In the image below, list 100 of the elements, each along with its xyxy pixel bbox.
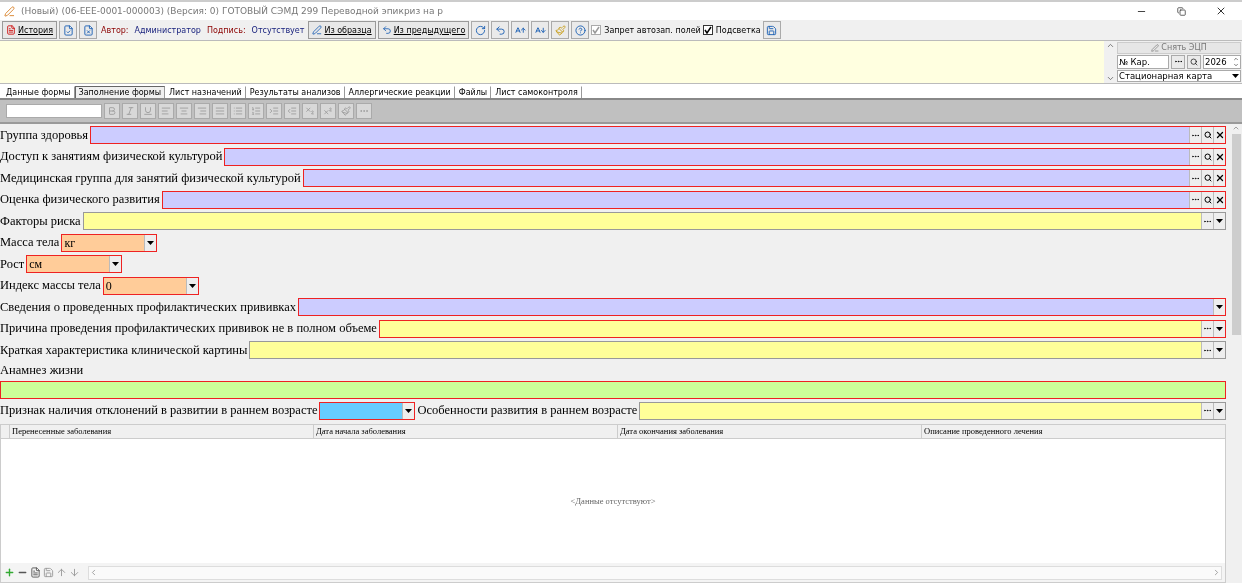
input-field[interactable] bbox=[90, 126, 1226, 145]
font-select[interactable] bbox=[6, 104, 102, 118]
save-icon[interactable] bbox=[43, 567, 54, 578]
font-larger-button[interactable] bbox=[511, 21, 530, 39]
clear-button[interactable] bbox=[1213, 127, 1225, 144]
clear-button[interactable] bbox=[1213, 148, 1225, 165]
caret-icon bbox=[147, 240, 155, 245]
search-icon bbox=[1203, 195, 1212, 204]
caret-icon bbox=[1216, 408, 1223, 413]
card-type-select[interactable]: Стационарная карта bbox=[1117, 69, 1241, 82]
search-button[interactable] bbox=[1201, 170, 1213, 187]
scrollbar[interactable] bbox=[1104, 41, 1116, 83]
close-icon bbox=[1214, 130, 1225, 141]
input-field[interactable] bbox=[302, 169, 1226, 188]
input-field[interactable]: см bbox=[26, 255, 123, 274]
document-icon[interactable] bbox=[30, 567, 41, 578]
broom-button[interactable] bbox=[551, 21, 570, 39]
input-field[interactable]: 0 bbox=[102, 276, 199, 295]
superscript-icon bbox=[323, 106, 333, 116]
author-label: Автор: bbox=[100, 25, 130, 35]
dropdown-button[interactable] bbox=[1213, 213, 1225, 230]
column-header[interactable]: Описание проведенного лечения bbox=[921, 425, 1225, 438]
sign-button[interactable] bbox=[59, 21, 78, 39]
dropdown-button[interactable] bbox=[1213, 402, 1225, 419]
field-label: Рост bbox=[0, 256, 25, 272]
select-button[interactable] bbox=[1171, 54, 1185, 69]
search-button[interactable] bbox=[1201, 148, 1213, 165]
checkbox[interactable]: Подсветка bbox=[702, 25, 761, 35]
more-button[interactable] bbox=[1189, 191, 1201, 208]
input-field[interactable] bbox=[378, 319, 1226, 338]
align-right-icon bbox=[197, 106, 207, 116]
document-icon bbox=[6, 25, 16, 35]
font-smaller-button[interactable] bbox=[531, 21, 550, 39]
arrow-right-icon bbox=[1212, 568, 1221, 577]
dropdown-button[interactable] bbox=[1213, 320, 1225, 337]
input-field[interactable] bbox=[319, 401, 416, 420]
dropdown-button[interactable] bbox=[1213, 299, 1225, 316]
checkmark-icon bbox=[592, 26, 601, 34]
clear-button[interactable] bbox=[1213, 170, 1225, 187]
font-smaller-icon bbox=[534, 24, 546, 36]
dropdown-button[interactable] bbox=[185, 277, 198, 294]
column-header[interactable]: Перенесенные заболевания bbox=[9, 425, 313, 438]
subscript-icon bbox=[305, 106, 315, 116]
card-number-field[interactable]: № Кар. bbox=[1117, 54, 1169, 69]
history-button[interactable]: История bbox=[2, 21, 58, 39]
input-field[interactable] bbox=[0, 380, 1226, 399]
year-spinner[interactable]: 2026 bbox=[1203, 54, 1241, 69]
field-label: Доступ к занятиям физической культурой bbox=[0, 149, 223, 165]
caret-icon bbox=[188, 283, 196, 288]
undo-button[interactable] bbox=[491, 21, 510, 39]
input-field[interactable] bbox=[249, 341, 1226, 360]
input-field[interactable] bbox=[224, 147, 1226, 166]
field-label: Факторы риска bbox=[0, 213, 81, 229]
from-previous-button[interactable]: Из предыдущего bbox=[377, 21, 470, 39]
align-center-icon bbox=[179, 106, 189, 116]
document-cross-icon bbox=[82, 24, 94, 36]
save-button[interactable] bbox=[762, 21, 781, 39]
help-button[interactable] bbox=[571, 21, 590, 39]
horizontal-scrollbar[interactable] bbox=[88, 565, 1222, 580]
input-field[interactable] bbox=[82, 212, 1226, 231]
clear-button[interactable] bbox=[1213, 191, 1225, 208]
checkmark-icon bbox=[703, 26, 712, 34]
indent-icon bbox=[269, 106, 279, 116]
input-field[interactable] bbox=[639, 401, 1226, 420]
more-button[interactable] bbox=[1189, 127, 1201, 144]
align-left-icon bbox=[161, 106, 171, 116]
tab[interactable]: Заполнение формы bbox=[74, 86, 166, 98]
arrow-down-icon bbox=[1233, 61, 1239, 68]
dropdown-button[interactable] bbox=[1213, 342, 1225, 359]
dropdown-button[interactable] bbox=[144, 234, 157, 251]
close-icon bbox=[1214, 194, 1225, 205]
arrow-left-icon bbox=[89, 568, 98, 577]
move-down-icon[interactable] bbox=[69, 567, 80, 578]
column-header[interactable]: Дата окончания заболевания bbox=[617, 425, 921, 438]
bullet-list-icon bbox=[233, 106, 243, 116]
input-field[interactable]: кг bbox=[61, 233, 158, 252]
field-label: Причина проведения профилактических прививок не в полном объеме bbox=[0, 321, 377, 337]
italic-icon bbox=[125, 106, 135, 116]
save-icon bbox=[766, 24, 778, 36]
dropdown-button[interactable] bbox=[402, 402, 415, 419]
field-label: Признак наличия отклонений в развитии в раннем возрасте bbox=[0, 403, 318, 419]
caret-icon bbox=[1216, 305, 1223, 310]
search-button[interactable] bbox=[1201, 191, 1213, 208]
caret-icon bbox=[405, 408, 413, 413]
input-field[interactable] bbox=[298, 298, 1226, 317]
more-button[interactable] bbox=[1201, 320, 1213, 337]
from-template-button[interactable]: Из образца bbox=[308, 21, 376, 39]
unsign-button[interactable] bbox=[79, 21, 98, 39]
more-button[interactable] bbox=[1189, 148, 1201, 165]
search-button[interactable] bbox=[1201, 127, 1213, 144]
pen-icon bbox=[312, 25, 323, 35]
outdent-icon bbox=[287, 106, 297, 116]
more-button[interactable] bbox=[1189, 170, 1201, 187]
column-header[interactable]: Дата начала заболевания bbox=[313, 425, 617, 438]
align-justify-icon bbox=[215, 106, 225, 116]
input-field[interactable] bbox=[161, 190, 1226, 209]
dropdown-button[interactable] bbox=[109, 256, 122, 273]
move-up-icon[interactable] bbox=[56, 567, 67, 578]
refresh-button[interactable] bbox=[471, 21, 490, 39]
close-icon bbox=[1215, 5, 1227, 17]
